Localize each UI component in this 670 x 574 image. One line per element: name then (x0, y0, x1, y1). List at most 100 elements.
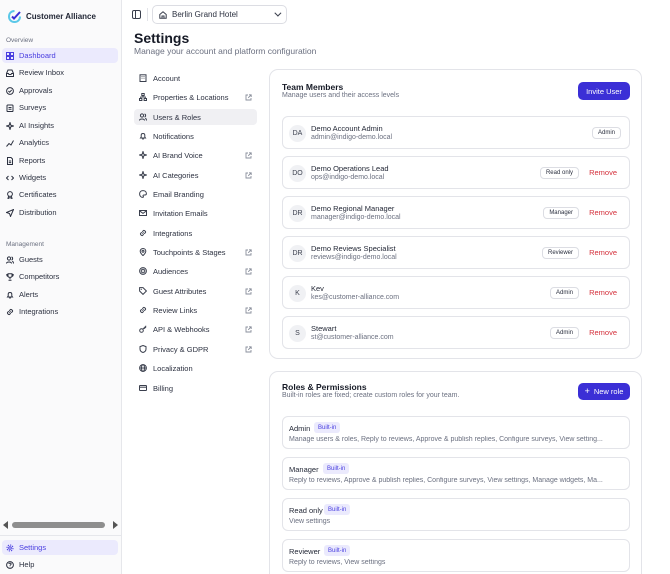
sidebar-item-ai-insights[interactable]: AI Insights (2, 118, 118, 133)
role-badge[interactable]: Admin (591, 127, 621, 139)
sidebar-item-approvals[interactable]: Approvals (2, 83, 118, 98)
sidebar-item-reports[interactable]: Reports (2, 153, 118, 168)
member-email: st@customer-alliance.com (311, 334, 394, 341)
sidebar-item-certificates[interactable]: Certificates (2, 187, 118, 202)
settings-nav-label: Account (153, 73, 181, 83)
brand-name: Customer Alliance (26, 11, 96, 21)
settings-nav-review-links[interactable]: Review Links (134, 302, 257, 318)
team-member-row[interactable]: DA Demo Account Admin admin@indigo-demo.… (282, 116, 630, 149)
settings-nav-billing[interactable]: Billing (134, 380, 257, 396)
settings-nav-email-branding[interactable]: Email Branding (134, 186, 257, 202)
settings-nav-guest-attributes[interactable]: Guest Attributes (134, 283, 257, 299)
sidebar-item-widgets[interactable]: Widgets (2, 170, 118, 185)
new-role-button[interactable]: + New role (578, 383, 630, 400)
settings-nav-touchpoints-stages[interactable]: Touchpoints & Stages (134, 244, 257, 260)
pin-icon (139, 248, 147, 256)
role-badge[interactable]: Manager (543, 207, 579, 219)
settings-nav-label: Privacy & GDPR (153, 344, 209, 354)
sidebar-item-help[interactable]: Help (2, 557, 118, 572)
remove-member-button[interactable]: Remove (589, 248, 617, 257)
settings-nav-api-webhooks[interactable]: API & Webhooks (134, 321, 257, 337)
settings-nav-label: Touchpoints & Stages (153, 247, 226, 257)
sidebar-item-label: Review Inbox (19, 68, 65, 77)
sidebar-item-label: Alerts (19, 290, 39, 299)
role-badge[interactable]: Reviewer (541, 247, 579, 259)
help-icon (6, 560, 14, 569)
settings-nav-label: Integrations (153, 228, 193, 238)
roles-permissions-description: Built-in roles are fixed; create custom … (282, 392, 460, 399)
settings-nav-privacy-gdpr[interactable]: Privacy & GDPR (134, 341, 257, 357)
role-badge[interactable]: Admin (549, 327, 579, 339)
role-row-admin[interactable]: Admin Built-in Manage users & roles, Rep… (282, 416, 630, 449)
page-subtitle: Manage your account and platform configu… (134, 46, 317, 56)
sidebar-item-label: Approvals (19, 86, 53, 95)
remove-member-button[interactable]: Remove (589, 168, 617, 177)
settings-nav-notifications[interactable]: Notifications (134, 128, 257, 144)
sparkle-icon (6, 121, 14, 130)
builtin-badge: Built-in (323, 463, 350, 474)
role-permissions: Reply to reviews, View settings (289, 559, 386, 566)
remove-member-button[interactable]: Remove (589, 288, 617, 297)
role-badge[interactable]: Admin (549, 287, 579, 299)
link-icon (139, 229, 147, 237)
sidebar-item-integrations[interactable]: Integrations (2, 304, 118, 319)
chevron-down-icon (274, 9, 282, 17)
role-badge[interactable]: Read only (539, 167, 579, 179)
remove-member-button[interactable]: Remove (589, 328, 617, 337)
scrollbar-thumb[interactable] (12, 522, 105, 528)
member-name: Demo Regional Manager (311, 204, 395, 213)
settings-nav-label: AI Brand Voice (153, 150, 203, 160)
settings-nav-integrations[interactable]: Integrations (134, 225, 257, 241)
page-title: Settings (134, 30, 190, 46)
role-row-read-only[interactable]: Read only Built-in View settings (282, 498, 630, 531)
settings-nav-audiences[interactable]: Audiences (134, 263, 257, 279)
settings-nav-invitation-emails[interactable]: Invitation Emails (134, 205, 257, 221)
sidebar-item-review-inbox[interactable]: Review Inbox (2, 65, 118, 80)
role-row-manager[interactable]: Manager Built-in Reply to reviews, Appro… (282, 457, 630, 490)
brand-logo-icon (7, 9, 21, 23)
settings-nav-account[interactable]: Account (134, 70, 257, 86)
team-member-row[interactable]: DO Demo Operations Lead ops@indigo-demo.… (282, 156, 630, 189)
sidebar-scrollbar[interactable] (2, 519, 120, 531)
settings-nav-label: Properties & Locations (153, 92, 229, 102)
roles-permissions-card: Roles & Permissions Built-in roles are f… (269, 371, 642, 574)
clipboard-icon (6, 104, 14, 112)
scroll-right-arrow-icon[interactable] (113, 521, 118, 529)
award-icon (7, 190, 13, 199)
invite-user-button[interactable]: Invite User (578, 82, 630, 100)
link-icon (6, 308, 14, 315)
role-row-reviewer[interactable]: Reviewer Built-in Reply to reviews, View… (282, 539, 630, 572)
avatar: K (289, 285, 306, 302)
grid-icon (6, 51, 14, 60)
settings-nav-users-roles[interactable]: Users & Roles (134, 109, 257, 125)
sidebar-item-settings[interactable]: Settings (2, 540, 118, 555)
target-icon (139, 267, 147, 275)
sidebar-item-dashboard[interactable]: Dashboard (2, 48, 118, 63)
team-member-row[interactable]: DR Demo Regional Manager manager@indigo-… (282, 196, 630, 229)
users-icon (139, 113, 147, 121)
sidebar-item-analytics[interactable]: Analytics (2, 135, 118, 150)
sidebar: Customer Alliance Overview Dashboard Rev… (0, 0, 122, 574)
scroll-left-arrow-icon[interactable] (3, 521, 8, 529)
external-link-icon (245, 325, 252, 332)
sidebar-item-alerts[interactable]: Alerts (2, 287, 118, 302)
settings-nav-label: Notifications (153, 131, 194, 141)
hotel-selector[interactable]: Berlin Grand Hotel (152, 5, 287, 24)
external-link-icon (245, 93, 252, 100)
remove-member-button[interactable]: Remove (589, 208, 617, 217)
sidebar-item-distribution[interactable]: Distribution (2, 205, 118, 220)
settings-nav-label: Localization (153, 363, 193, 373)
settings-nav-ai-brand-voice[interactable]: AI Brand Voice (134, 147, 257, 163)
settings-nav-properties-locations[interactable]: Properties & Locations (134, 89, 257, 105)
sidebar-item-guests[interactable]: Guests (2, 252, 118, 267)
settings-nav-ai-categories[interactable]: AI Categories (134, 167, 257, 183)
settings-nav-localization[interactable]: Localization (134, 360, 257, 376)
team-member-row[interactable]: S Stewart st@customer-alliance.com Admin… (282, 316, 630, 349)
sidebar-item-competitors[interactable]: Competitors (2, 269, 118, 284)
team-member-row[interactable]: DR Demo Reviews Specialist reviews@indig… (282, 236, 630, 269)
sidebar-item-surveys[interactable]: Surveys (2, 100, 118, 115)
sidebar-toggle-icon[interactable] (132, 10, 141, 19)
team-member-row[interactable]: K Kev kes@customer-alliance.com Admin Re… (282, 276, 630, 309)
brand[interactable]: Customer Alliance (7, 8, 96, 24)
sidebar-item-label: Distribution (19, 208, 57, 217)
